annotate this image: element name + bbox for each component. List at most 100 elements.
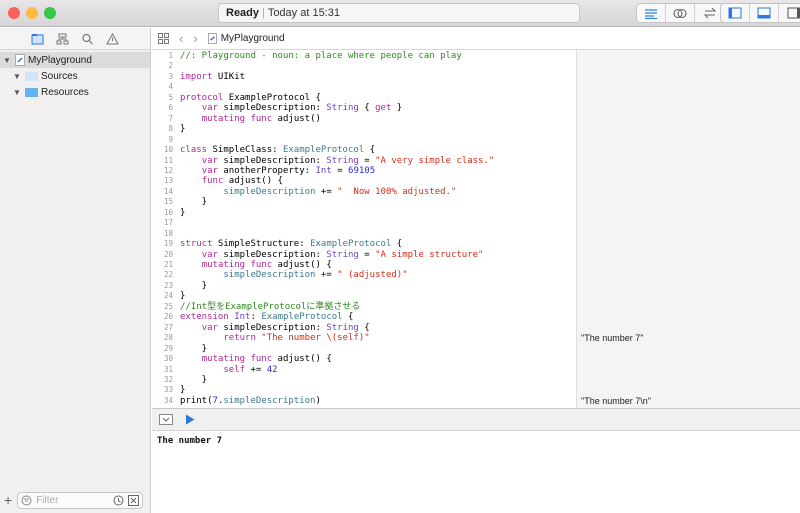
code-line[interactable]: struct SimpleStructure: ExampleProtocol …: [180, 239, 402, 250]
code-editor[interactable]: 1 2 3 4 5 6 7 8 9 10 11 12 13 14 15 16 17 18 19 20 21 22 23 24 2…: [152, 50, 576, 408]
code-line[interactable]: //Int型をExampleProtocolに準拠させる: [180, 302, 360, 313]
zoom-button[interactable]: [44, 7, 56, 19]
code-token-plain: +=: [315, 270, 338, 281]
folder-icon[interactable]: [31, 33, 44, 45]
search-icon[interactable]: [81, 33, 94, 45]
code-line[interactable]: }: [180, 208, 185, 219]
assistant-editor-button[interactable]: [666, 4, 695, 22]
breadcrumb[interactable]: MyPlayground: [207, 33, 285, 44]
back-icon[interactable]: ‹: [179, 31, 183, 46]
code-line[interactable]: }: [180, 291, 185, 302]
status-time: Today at 15:31: [267, 7, 340, 19]
code-line[interactable]: var simpleDescription: String = "A simpl…: [180, 249, 484, 261]
forward-icon[interactable]: ›: [193, 31, 197, 46]
code-token-kw: self: [223, 364, 246, 375]
code-line[interactable]: simpleDescription += " Now 100% adjusted…: [180, 187, 456, 198]
add-icon[interactable]: +: [4, 492, 12, 508]
utilities-toggle-button[interactable]: [779, 4, 800, 22]
standard-editor-button[interactable]: [637, 4, 666, 22]
recent-files-icon[interactable]: [113, 495, 124, 506]
line-number: 30: [163, 354, 173, 364]
code-line[interactable]: var simpleDescription: String { get }: [180, 103, 403, 114]
version-editor-icon: [703, 7, 716, 19]
code-line[interactable]: simpleDescription += " (adjusted)": [180, 270, 407, 281]
line-number: 21: [163, 260, 173, 269]
code-line[interactable]: mutating func adjust() {: [180, 354, 332, 365]
line-number: 28: [163, 333, 173, 343]
activity-status: Ready | Today at 15:31: [218, 3, 580, 23]
hide-debug-area-icon[interactable]: [159, 414, 173, 425]
disclosure-triangle-icon[interactable]: ▼: [12, 88, 22, 97]
code-line[interactable]: print(7.simpleDescription): [180, 396, 321, 407]
code-line[interactable]: protocol ExampleProtocol {: [180, 93, 321, 104]
code-token-kw: import: [180, 71, 213, 82]
disclosure-triangle-icon[interactable]: ▼: [12, 72, 22, 81]
code-line[interactable]: }: [180, 385, 185, 396]
code-line[interactable]: }: [180, 124, 185, 135]
code-token-plain: adjust() {: [272, 354, 332, 365]
line-number-gutter: 1 2 3 4 5 6 7 8 9 10 11 12 13 14 15 16 17 18 19 20 21 22 23 24 2…: [152, 50, 176, 408]
code-token-kw: class: [180, 145, 208, 156]
code-line[interactable]: }: [180, 281, 207, 292]
debug-area-toggle-button[interactable]: [750, 4, 779, 22]
code-line[interactable]: var simpleDescription: String = "A very …: [180, 155, 495, 167]
code-token-plain: }: [180, 343, 208, 354]
code-line[interactable]: func adjust() {: [180, 176, 283, 187]
code-token-kw: var: [201, 103, 218, 114]
filter-input[interactable]: Filter: [17, 491, 144, 509]
code-line[interactable]: mutating func adjust() {: [180, 260, 332, 271]
code-token-plain: simpleDescription:: [217, 155, 327, 166]
code-token-id: simpleDescription: [223, 270, 316, 281]
code-token-plain: =: [358, 155, 376, 166]
run-icon[interactable]: [185, 414, 195, 425]
code-line[interactable]: extension Int: ExampleProtocol {: [180, 312, 353, 323]
tree-item-myplayground[interactable]: ▼ MyPlayground: [0, 52, 150, 68]
minimize-button[interactable]: [26, 7, 38, 19]
code-line[interactable]: class SimpleClass: ExampleProtocol {: [180, 145, 375, 156]
code-token-id: simpleDescription: [223, 395, 316, 406]
code-token-plain: +=: [245, 364, 267, 375]
code-line[interactable]: }: [180, 375, 207, 386]
line-number: 20: [163, 249, 173, 259]
warning-icon[interactable]: [106, 32, 119, 45]
code-line[interactable]: mutating func adjust(): [180, 114, 321, 125]
results-sidebar: "The number 7" "The number 7\n": [576, 50, 800, 408]
code-line[interactable]: var simpleDescription: String {: [180, 323, 370, 334]
filter-bar: + Filter: [0, 487, 151, 513]
navigator-toggle-button[interactable]: [721, 4, 750, 22]
assistant-editor-icon: [673, 8, 687, 18]
related-items-icon[interactable]: [158, 33, 169, 44]
code-line[interactable]: self += 42: [180, 364, 277, 376]
hierarchy-icon[interactable]: [56, 33, 69, 45]
disclosure-triangle-icon[interactable]: ▼: [2, 56, 12, 65]
code-token-plain: =: [331, 165, 349, 176]
code-line[interactable]: //: Playground - noun: a place where peo…: [180, 51, 462, 62]
code-line[interactable]: }: [180, 344, 207, 355]
code-token-plain: }: [180, 197, 208, 208]
line-number: 32: [163, 374, 173, 384]
tree-item-sources[interactable]: ▼ Sources: [0, 68, 150, 84]
code-line[interactable]: }: [180, 197, 207, 208]
code-token-type: String: [326, 155, 359, 166]
tree-item-resources[interactable]: ▼ Resources: [0, 84, 150, 100]
code-token-kw: struct: [180, 239, 213, 250]
code-token-plain: :: [250, 312, 262, 323]
result-value[interactable]: "The number 7\n": [581, 396, 651, 407]
debug-area-toggle-icon: [757, 7, 771, 19]
line-number: 34: [163, 395, 173, 405]
line-number: 10: [163, 145, 173, 155]
close-button[interactable]: [8, 7, 20, 19]
folder-icon: [25, 72, 38, 81]
code-line[interactable]: return "The number \(self)": [180, 333, 369, 344]
scm-filter-icon[interactable]: [128, 494, 140, 506]
code-token-str: "A simple structure": [375, 249, 484, 260]
code-line[interactable]: import UIKit: [180, 72, 245, 83]
code-line[interactable]: var anotherProperty: Int = 69105: [180, 166, 375, 177]
code-token-plain: {: [364, 145, 376, 156]
result-value[interactable]: "The number 7": [581, 333, 643, 344]
code-token-plain: adjust(): [272, 113, 321, 124]
